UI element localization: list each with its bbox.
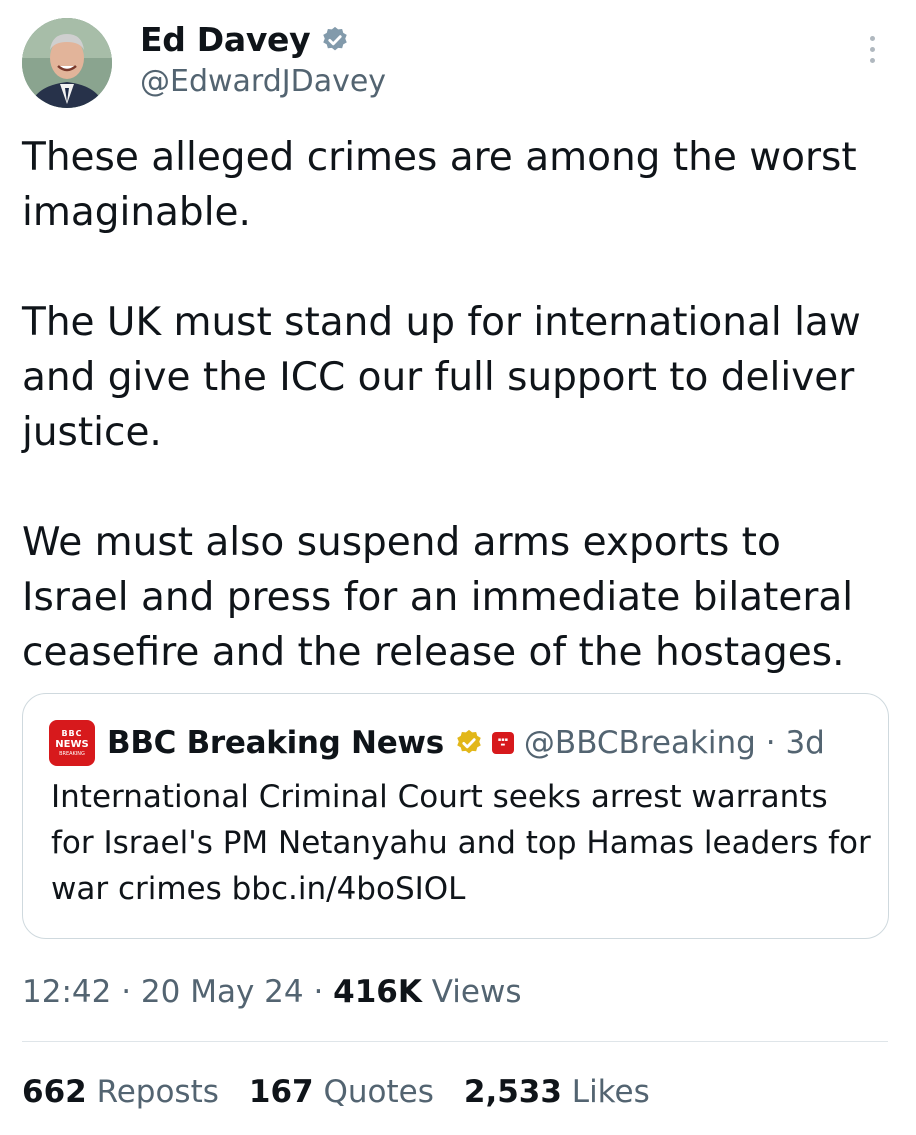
author-name-row: Ed Davey (140, 20, 350, 59)
bbc-logo-text: BBC (61, 728, 83, 738)
author-avatar[interactable] (22, 18, 112, 108)
more-options-icon[interactable] (860, 36, 884, 72)
likes-count: 2,533 (463, 1074, 562, 1110)
tweet-detail: Ed Davey @EdwardJDavey These alleged cri… (0, 0, 916, 1135)
quotes-stat[interactable]: 167 Quotes (249, 1074, 434, 1110)
tweet-paragraph: The UK must stand up for international l… (22, 300, 861, 455)
reposts-label: Reposts (86, 1074, 219, 1110)
likes-stat[interactable]: 2,533 Likes (464, 1074, 650, 1110)
quoted-tweet-card[interactable]: BBC NEWS BREAKING BBC Breaking News ▪▪▪ ▬… (22, 693, 889, 939)
quoted-age: 3d (785, 725, 825, 761)
author-display-name[interactable]: Ed Davey (140, 20, 311, 59)
quoted-handle-time: @BBCBreaking · 3d (524, 725, 825, 761)
views-count: 416K (333, 974, 422, 1010)
engagement-stats: 662 Reposts 167 Quotes 2,533 Likes (22, 1074, 680, 1110)
divider (22, 1041, 888, 1042)
tweet-paragraph: These alleged crimes are among the worst… (22, 135, 857, 235)
quoted-handle[interactable]: @BBCBreaking (524, 725, 756, 761)
tweet-text: These alleged crimes are among the worst… (22, 130, 892, 680)
gold-verified-badge-icon[interactable] (454, 728, 484, 758)
reposts-count: 662 (22, 1074, 87, 1110)
tweet-date[interactable]: 20 May 24 (141, 974, 304, 1010)
bbc-logo-text: BREAKING (59, 750, 85, 757)
reposts-stat[interactable]: 662 Reposts (22, 1074, 219, 1110)
bbc-logo-text: NEWS (55, 738, 89, 750)
quoted-display-name[interactable]: BBC Breaking News (107, 725, 444, 761)
tweet-meta: 12:42 · 20 May 24 · 416K Views (22, 974, 521, 1010)
quoted-tweet-header: BBC NEWS BREAKING BBC Breaking News ▪▪▪ ▬… (49, 720, 825, 766)
avatar-photo (22, 18, 112, 108)
affiliate-badge-icon[interactable]: ▪▪▪ ▬ (491, 732, 514, 754)
bbc-news-avatar[interactable]: BBC NEWS BREAKING (49, 720, 95, 766)
author-handle[interactable]: @EdwardJDavey (140, 64, 386, 99)
quotes-count: 167 (248, 1074, 314, 1110)
separator-dot: · (111, 974, 141, 1010)
tweet-paragraph: We must also suspend arms exports to Isr… (22, 520, 854, 675)
separator-dot: · (765, 725, 776, 761)
verified-badge-icon[interactable] (320, 25, 350, 55)
quotes-label: Quotes (313, 1074, 434, 1110)
likes-label: Likes (561, 1074, 650, 1110)
quoted-tweet-text: International Criminal Court seeks arres… (51, 779, 871, 907)
views-label: Views (421, 974, 522, 1010)
tweet-time[interactable]: 12:42 (22, 974, 111, 1010)
separator-dot: · (303, 974, 334, 1010)
